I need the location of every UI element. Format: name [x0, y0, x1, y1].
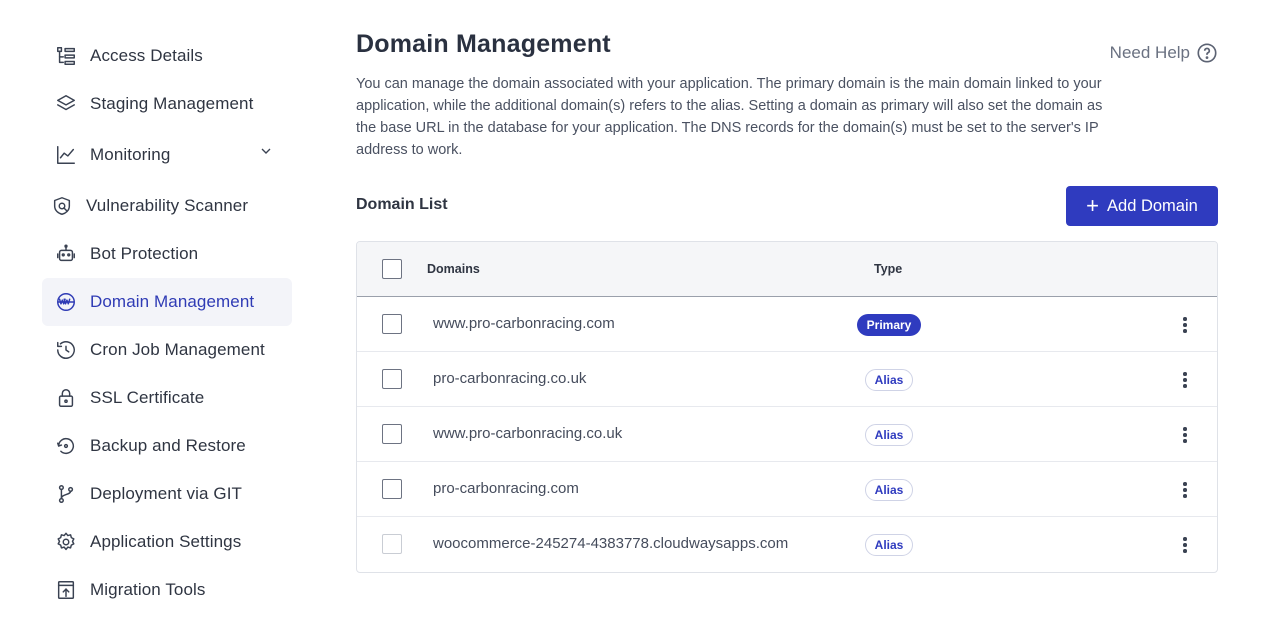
sidebar-item-vulnerability-scanner[interactable]: Vulnerability Scanner [42, 182, 292, 230]
more-options-icon[interactable] [1175, 425, 1195, 445]
domain-name: woocommerce-245274-4383778.cloudwaysapps… [433, 535, 789, 552]
line-chart-icon [54, 143, 78, 167]
sidebar-item-ssl-certificate[interactable]: SSL Certificate [42, 374, 292, 422]
domain-name: www.pro-carbonracing.com [433, 315, 615, 332]
sidebar-item-label: Application Settings [90, 532, 242, 551]
type-badge-alias: Alias [865, 534, 913, 556]
robot-icon [54, 242, 78, 266]
backup-restore-icon [54, 434, 78, 458]
select-all-checkbox[interactable] [382, 259, 402, 279]
need-help-link[interactable]: Need Help [1110, 42, 1218, 64]
sidebar-item-label: Domain Management [90, 292, 255, 311]
layers-icon [54, 92, 78, 116]
sidebar-item-staging-management[interactable]: Staging Management [42, 80, 292, 128]
add-domain-label: Add Domain [1107, 196, 1198, 215]
table-row: pro-carbonracing.com Alias [357, 462, 1217, 517]
sidebar-item-label: Deployment via GIT [90, 484, 243, 503]
table-row: pro-carbonracing.co.uk Alias [357, 352, 1217, 407]
sidebar-item-domain-management[interactable]: Domain Management [42, 278, 292, 326]
more-options-icon[interactable] [1175, 535, 1195, 555]
add-domain-button[interactable]: + Add Domain [1066, 186, 1218, 226]
domain-list-title: Domain List [356, 196, 448, 213]
domain-name: pro-carbonracing.co.uk [433, 370, 587, 387]
sidebar-item-migration-tools[interactable]: Migration Tools [42, 566, 292, 614]
type-badge-primary: Primary [857, 314, 921, 336]
access-details-icon [54, 44, 78, 68]
table-row: woocommerce-245274-4383778.cloudwaysapps… [357, 517, 1217, 572]
sidebar-item-backup-and-restore[interactable]: Backup and Restore [42, 422, 292, 470]
type-badge-alias: Alias [865, 479, 913, 501]
domain-name: pro-carbonracing.com [433, 480, 579, 497]
need-help-label: Need Help [1109, 43, 1190, 62]
column-header-type: Type [874, 262, 903, 276]
git-branch-icon [54, 482, 78, 506]
row-checkbox[interactable] [382, 369, 402, 389]
sidebar-item-label: Access Details [90, 46, 203, 65]
column-header-domains: Domains [427, 262, 480, 276]
more-options-icon[interactable] [1175, 480, 1195, 500]
sidebar-item-monitoring[interactable]: Monitoring [42, 128, 292, 182]
type-badge-alias: Alias [865, 424, 913, 446]
sidebar-item-deployment-via-git[interactable]: Deployment via GIT [42, 470, 292, 518]
domain-name: www.pro-carbonracing.co.uk [433, 425, 623, 442]
history-clock-icon [54, 338, 78, 362]
row-checkbox[interactable] [382, 424, 402, 444]
plus-icon: + [1086, 193, 1100, 218]
sidebar-item-label: Staging Management [90, 94, 254, 113]
chevron-down-icon[interactable] [258, 143, 276, 161]
sidebar-item-cron-job-management[interactable]: Cron Job Management [42, 326, 292, 374]
question-circle-icon [1197, 43, 1217, 63]
sidebar-item-label: SSL Certificate [90, 388, 205, 407]
table-row: www.pro-carbonracing.com Primary [357, 297, 1217, 352]
lock-icon [54, 386, 78, 410]
sidebar-item-label: Migration Tools [90, 580, 206, 599]
main-content: Domain Management Need Help You can mana… [356, 30, 1218, 573]
row-checkbox[interactable] [382, 314, 402, 334]
sidebar-item-application-settings[interactable]: Application Settings [42, 518, 292, 566]
sidebar: Access Details Staging Management Monito… [42, 32, 292, 614]
page-description: You can manage the domain associated wit… [356, 76, 1103, 158]
sidebar-item-label: Vulnerability Scanner [86, 196, 249, 215]
domain-table: Domains Type www.pro-carbonracing.com Pr… [356, 241, 1218, 573]
sidebar-item-label: Monitoring [90, 145, 171, 164]
www-globe-icon [54, 290, 78, 314]
row-checkbox-disabled [382, 534, 402, 554]
sidebar-item-label: Cron Job Management [90, 340, 265, 359]
page-title: Domain Management [356, 30, 611, 58]
shield-scan-icon [50, 194, 74, 218]
more-options-icon[interactable] [1175, 370, 1195, 390]
table-header: Domains Type [357, 242, 1217, 297]
migration-icon [54, 578, 78, 602]
table-row: www.pro-carbonracing.co.uk Alias [357, 407, 1217, 462]
sidebar-item-access-details[interactable]: Access Details [42, 32, 292, 80]
sidebar-item-label: Backup and Restore [90, 436, 246, 455]
more-options-icon[interactable] [1175, 315, 1195, 335]
sidebar-item-bot-protection[interactable]: Bot Protection [42, 230, 292, 278]
domain-list-header: Domain List + Add Domain [356, 186, 1218, 226]
sidebar-item-label: Bot Protection [90, 244, 199, 263]
gear-icon [54, 530, 78, 554]
row-checkbox[interactable] [382, 479, 402, 499]
type-badge-alias: Alias [865, 369, 913, 391]
